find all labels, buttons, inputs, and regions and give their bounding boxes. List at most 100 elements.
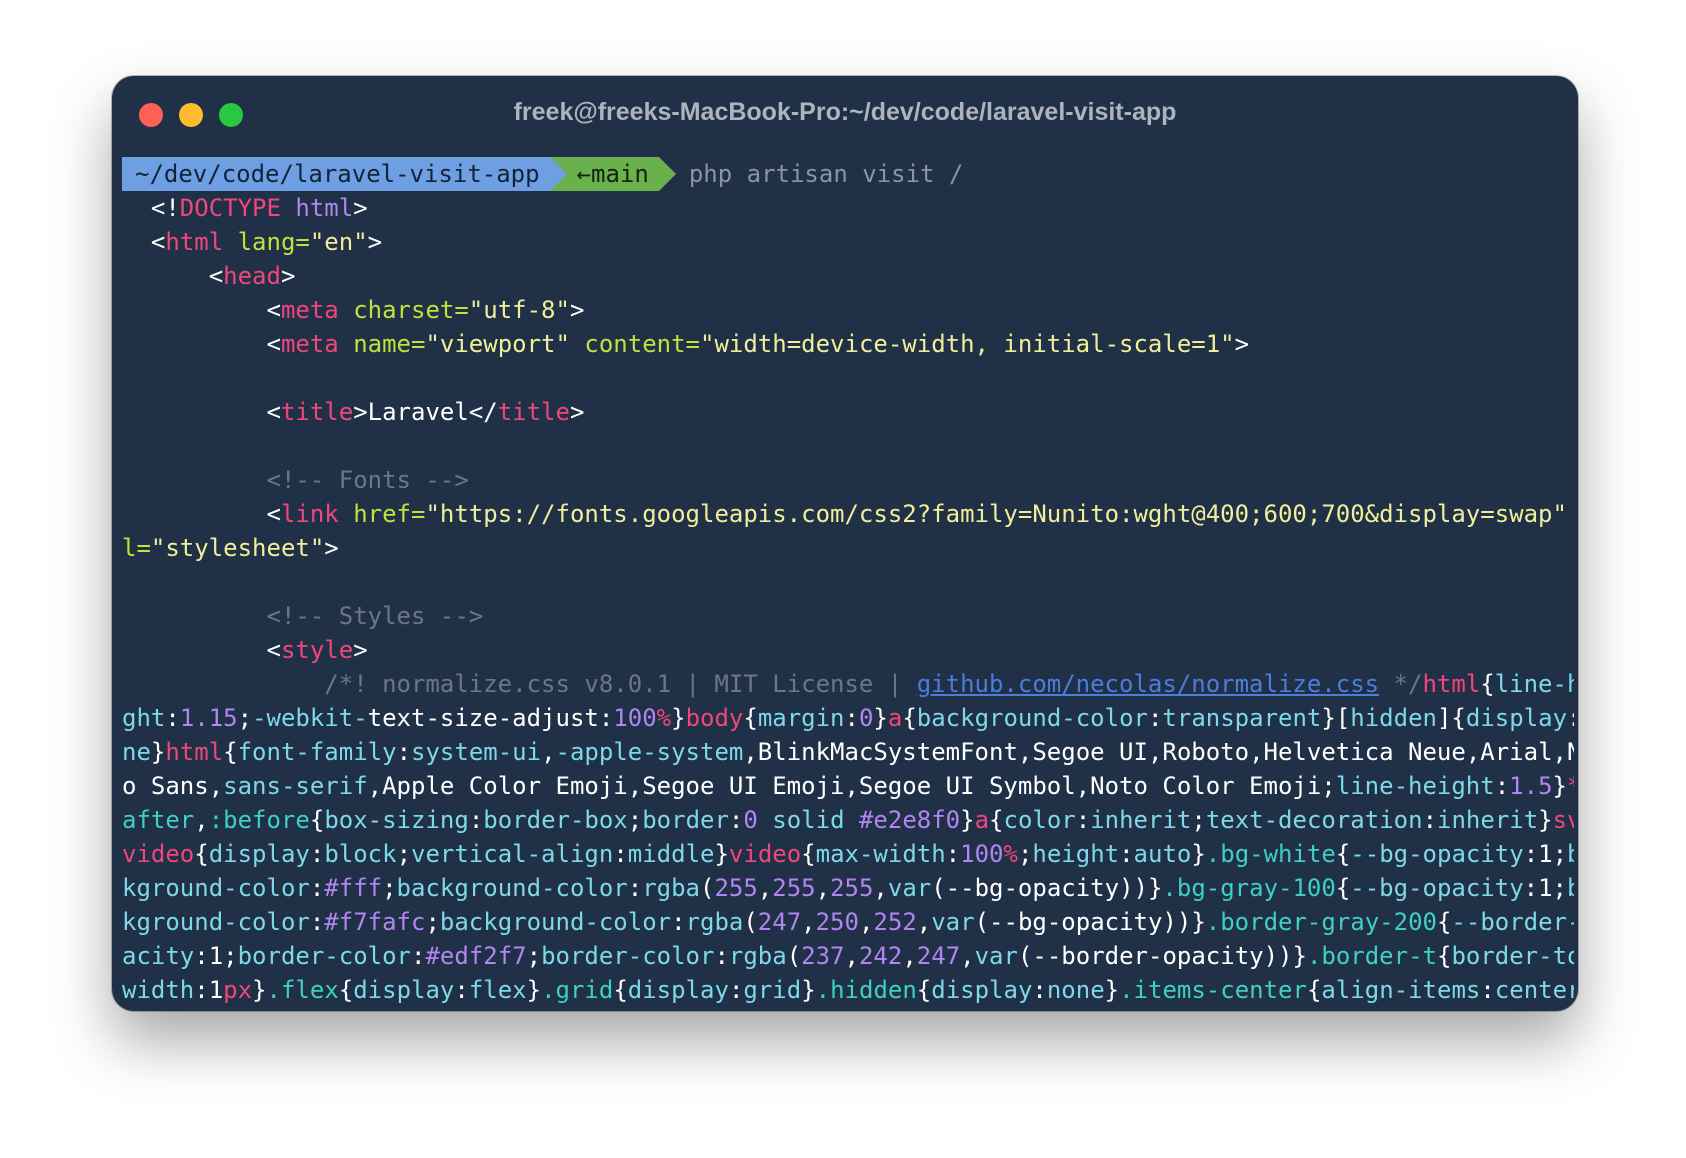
code-token: }[ bbox=[1321, 704, 1351, 732]
code-token: { bbox=[1436, 908, 1452, 936]
code-token: { bbox=[801, 840, 816, 868]
code-token: "width=device-width, initial-scale=1" bbox=[700, 330, 1235, 358]
code-token: l= bbox=[122, 534, 151, 562]
output-line: <!-- Styles --> bbox=[122, 599, 1574, 633]
code-token: , bbox=[194, 806, 209, 834]
code-token: line-hei bbox=[1494, 670, 1574, 698]
title-bar[interactable]: freek@freeks-MacBook-Pro:~/dev/code/lara… bbox=[112, 76, 1578, 156]
code-token: } bbox=[526, 976, 542, 1004]
output-line: <meta charset="utf-8"> bbox=[122, 293, 1574, 327]
code-token: body bbox=[685, 704, 744, 732]
code-token: 1.5 bbox=[1509, 772, 1553, 800]
code-token: > bbox=[569, 296, 585, 324]
code-token: #fff bbox=[324, 874, 383, 902]
code-token: : bbox=[844, 704, 859, 732]
output-line: after,:before{box-sizing:border-box;bord… bbox=[122, 803, 1574, 837]
code-token: a bbox=[974, 806, 990, 834]
code-token: ( bbox=[743, 908, 758, 936]
code-token: center bbox=[1494, 976, 1574, 1004]
code-token: .items-center bbox=[1119, 976, 1307, 1004]
code-token: <!-- Fonts --> bbox=[122, 466, 469, 494]
code-token: : bbox=[627, 874, 643, 902]
code-token: meta bbox=[280, 296, 354, 324]
code-token: : bbox=[1567, 704, 1574, 732]
code-token: ; bbox=[627, 806, 643, 834]
code-token: < bbox=[122, 228, 166, 256]
code-token: ( bbox=[699, 874, 715, 902]
code-token: } bbox=[252, 976, 267, 1004]
code-token: > bbox=[280, 262, 296, 290]
code-token: :1; bbox=[1523, 874, 1568, 902]
code-token: (--border-opacity))} bbox=[1017, 942, 1307, 970]
code-token: rgba bbox=[728, 942, 787, 970]
code-token: ; bbox=[382, 874, 397, 902]
code-token: video bbox=[728, 840, 802, 868]
code-token: content= bbox=[584, 330, 700, 358]
code-token: : bbox=[468, 806, 484, 834]
code-token: { bbox=[613, 976, 628, 1004]
code-token: ; bbox=[1191, 806, 1206, 834]
code-token: 100 bbox=[613, 704, 657, 732]
code-token: .hidden bbox=[815, 976, 917, 1004]
code-token: svg bbox=[1552, 806, 1574, 834]
code-token: (--bg-opacity))} bbox=[931, 874, 1163, 902]
code-token: sans-serif bbox=[223, 772, 368, 800]
prompt-path-segment: ~/dev/code/laravel-visit-app bbox=[122, 157, 567, 191]
code-token: : bbox=[671, 908, 686, 936]
code-token: 237 bbox=[801, 942, 845, 970]
code-token: lang= bbox=[237, 228, 310, 256]
code-token: { bbox=[338, 976, 354, 1004]
code-token: , bbox=[960, 942, 975, 970]
code-token: auto bbox=[1133, 840, 1192, 868]
code-token: charset= bbox=[353, 296, 469, 324]
code-token: border-top- bbox=[1451, 942, 1574, 970]
code-token: : bbox=[411, 942, 426, 970]
code-token: : bbox=[945, 840, 961, 868]
code-token: style bbox=[280, 636, 354, 664]
code-token: max-width bbox=[815, 840, 946, 868]
code-token: % bbox=[1003, 840, 1018, 868]
code-token: , bbox=[844, 942, 859, 970]
code-token: { bbox=[309, 806, 325, 834]
code-token: "utf-8" bbox=[468, 296, 570, 324]
code-token: rgba bbox=[642, 874, 700, 902]
code-token: height bbox=[1032, 840, 1120, 868]
prompt-command[interactable]: php artisan visit / bbox=[659, 157, 964, 191]
code-token: >Laravel</ bbox=[353, 398, 498, 426]
code-token: px bbox=[223, 976, 253, 1004]
code-token: } bbox=[1538, 806, 1553, 834]
code-token: "https://fonts.googleapis.com/css2?famil… bbox=[425, 500, 1574, 528]
code-token: : bbox=[1147, 704, 1163, 732]
code-token: video bbox=[122, 840, 195, 868]
code-token: 255 bbox=[772, 874, 816, 902]
code-token: background-color bbox=[916, 704, 1148, 732]
output-line: width:1px}.flex{display:flex}.grid{displ… bbox=[122, 973, 1574, 1007]
code-token: DOCTYPE bbox=[179, 194, 296, 222]
code-token: .grid bbox=[541, 976, 614, 1004]
code-token: display bbox=[1465, 704, 1568, 732]
code-token: ne bbox=[122, 738, 151, 766]
code-token: head bbox=[223, 262, 281, 290]
code-token: width bbox=[122, 976, 195, 1004]
code-token: : bbox=[613, 840, 628, 868]
code-token: : bbox=[728, 806, 744, 834]
window-title: freek@freeks-MacBook-Pro:~/dev/code/lara… bbox=[513, 98, 1177, 126]
code-token: { bbox=[916, 976, 932, 1004]
code-token: after bbox=[122, 806, 195, 834]
code-token: } bbox=[1104, 976, 1120, 1004]
output-line: ght:1.15;-webkit-text-size-adjust:100%}b… bbox=[122, 701, 1574, 735]
code-token: , bbox=[815, 874, 831, 902]
code-token: color bbox=[1003, 806, 1076, 834]
code-token: .bg-white bbox=[1205, 840, 1336, 868]
code-token: { bbox=[1335, 874, 1351, 902]
terminal-output[interactable]: <!DOCTYPE html> <html lang="en"> <head> … bbox=[122, 191, 1574, 1007]
code-token: "stylesheet" bbox=[150, 534, 325, 562]
code-token: < bbox=[122, 262, 224, 290]
output-line: <meta name="viewport" content="width=dev… bbox=[122, 327, 1574, 361]
code-token: { bbox=[743, 704, 758, 732]
code-token: < bbox=[122, 500, 281, 528]
code-token: ,BlinkMacSystemFont,Segoe UI,Roboto,Helv… bbox=[743, 738, 1574, 766]
code-token: > bbox=[353, 636, 368, 664]
code-token: bac bbox=[1567, 840, 1574, 868]
